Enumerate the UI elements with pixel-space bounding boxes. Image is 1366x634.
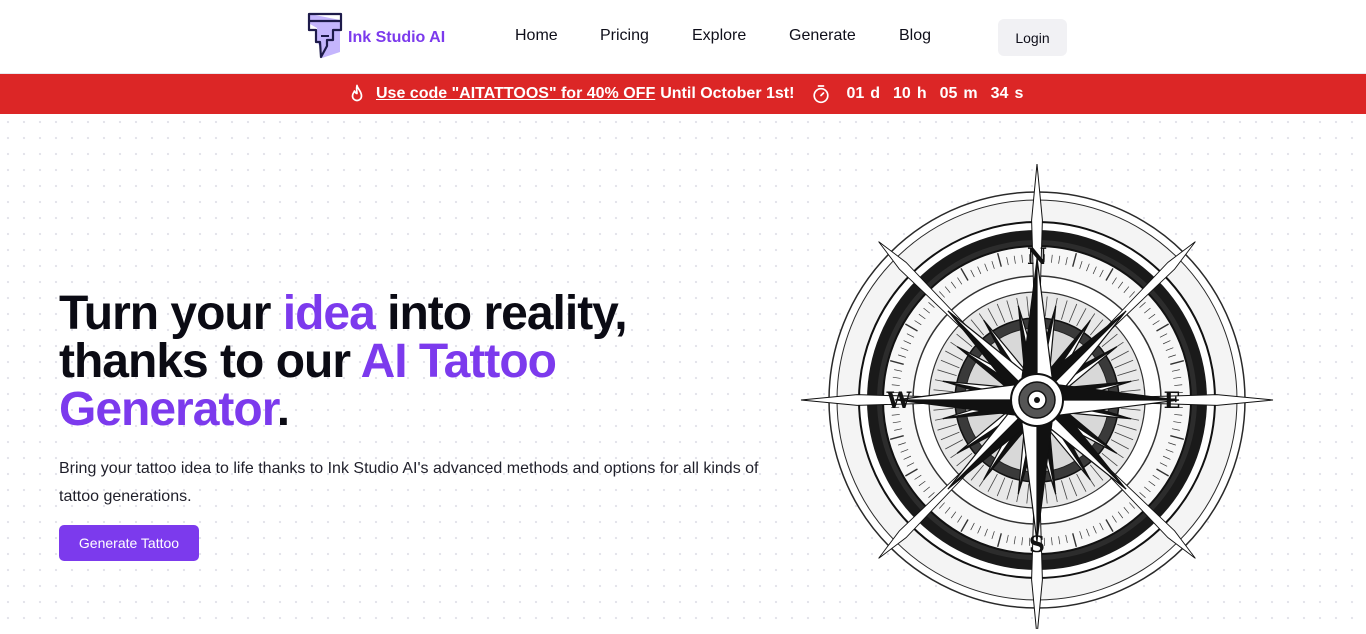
countdown-days-unit: d [870,85,880,103]
hero-headline: Turn your idea into reality, thanks to o… [59,290,759,434]
headline-accent-idea: idea [283,287,375,340]
countdown-hours-unit: h [917,85,927,103]
headline-accent-ai-tattoo: AI Tattoo [361,335,556,388]
site-header: Ink Studio AI Home Pricing Explore Gener… [0,0,1366,74]
promo-code-link[interactable]: Use code "AITATTOOS" for 40% OFF [376,85,655,103]
nav-explore[interactable]: Explore [692,27,746,45]
generate-tattoo-button[interactable]: Generate Tattoo [59,525,199,561]
flame-icon [348,84,366,104]
promo-banner: Use code "AITATTOOS" for 40% OFF Until O… [0,74,1366,114]
compass-letter-w: W [886,388,912,414]
countdown-seconds: 34 [991,85,1009,103]
nav-pricing[interactable]: Pricing [600,27,649,45]
countdown-seconds-unit: s [1014,85,1023,103]
promo-until-text: Until October 1st! [660,85,794,103]
headline-part-1: Turn your [59,287,283,340]
headline-period: . [277,383,289,436]
stopwatch-icon [812,84,830,104]
hero-description: Bring your tattoo idea to life thanks to… [59,455,759,511]
compass-letter-n: N [1027,244,1047,270]
nav-generate[interactable]: Generate [789,27,856,45]
countdown-minutes-unit: m [963,85,977,103]
nav-blog[interactable]: Blog [899,27,931,45]
countdown-minutes: 05 [940,85,958,103]
headline-part-3: thanks to our [59,335,361,388]
login-button[interactable]: Login [998,19,1067,56]
compass-letter-s: S [1029,532,1045,558]
headline-part-2: into reality, [375,287,627,340]
countdown-hours: 10 [893,85,911,103]
countdown-days: 01 [846,85,864,103]
tattoo-machine-icon [306,12,344,65]
nav-home[interactable]: Home [515,27,558,45]
headline-accent-generator: Generator [59,383,277,436]
compass-letter-e: E [1164,388,1181,414]
brand-name: Ink Studio AI [348,29,445,47]
logo-link[interactable]: Ink Studio AI [306,14,445,62]
countdown-timer: 01 d 10 h 05 m 34 s [846,85,1036,103]
compass-tattoo-image: N S E W [800,150,1275,629]
